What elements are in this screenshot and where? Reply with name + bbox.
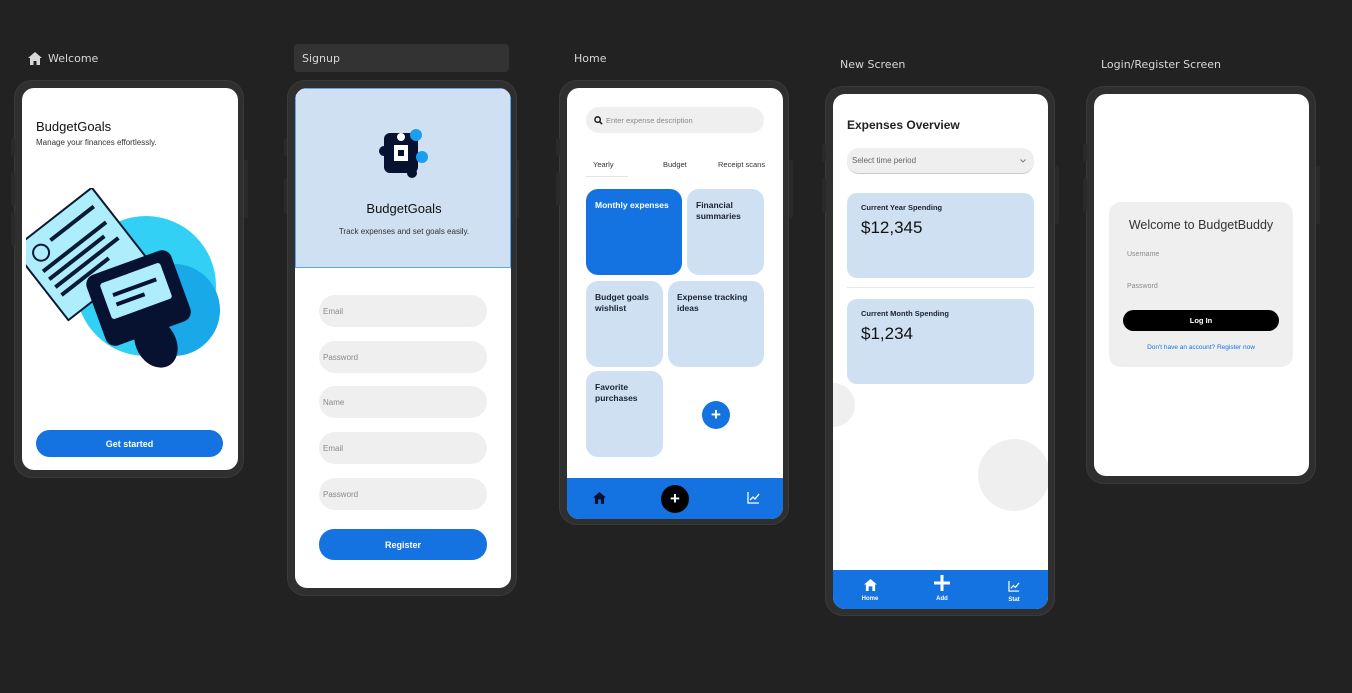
receipt-illustration <box>26 188 220 368</box>
tab-receipt-scans[interactable]: Receipt scans <box>718 160 765 169</box>
frame-label-signup[interactable]: Signup <box>294 44 509 72</box>
frame-label-text: New Screen <box>840 57 906 71</box>
screen-login: Welcome to BudgetBuddy Username Password… <box>1094 94 1309 476</box>
add-tile-button[interactable]: + <box>702 401 730 429</box>
decorative-circle <box>978 439 1048 511</box>
nav-label: Home <box>861 596 879 602</box>
signup-title: BudgetGoals <box>366 201 442 216</box>
search-placeholder: Enter expense description <box>606 115 693 125</box>
email-field[interactable]: Email <box>319 295 487 327</box>
search-input[interactable]: Enter expense description <box>586 107 764 133</box>
app-title: BudgetGoals <box>36 119 112 134</box>
frame-label-text: Welcome <box>48 51 99 65</box>
side-button <box>11 172 15 206</box>
side-button <box>1083 178 1087 212</box>
frame-label-login[interactable]: Login/Register Screen <box>1101 50 1221 78</box>
side-button <box>789 160 793 218</box>
side-button <box>11 212 15 246</box>
side-button <box>556 138 560 156</box>
home-icon[interactable] <box>593 492 606 504</box>
side-button <box>244 160 248 218</box>
tile-financial-summaries[interactable]: Financial summaries <box>687 189 764 275</box>
tab-budget[interactable]: Budget <box>663 160 687 169</box>
tile-expense-tracking-ideas[interactable]: Expense tracking ideas <box>668 281 764 367</box>
phone-login: Welcome to BudgetBuddy Username Password… <box>1086 86 1316 484</box>
home-icon <box>863 579 877 591</box>
current-month-card: Current Month Spending $1,234 <box>847 299 1034 384</box>
password-field[interactable]: Password <box>319 478 487 510</box>
frame-label-text: Home <box>574 51 607 65</box>
time-period-select[interactable]: Select time period <box>847 148 1034 174</box>
home-icon <box>28 51 42 65</box>
tile-budget-goals-wishlist[interactable]: Budget goals wishlist <box>586 281 663 367</box>
select-placeholder: Select time period <box>852 156 917 165</box>
page-title: Expenses Overview <box>847 118 960 132</box>
side-button <box>1083 144 1087 162</box>
nav-label: Stat <box>1008 597 1020 603</box>
side-button <box>822 178 826 212</box>
tab-yearly[interactable]: Yearly <box>593 160 614 169</box>
add-fab-button[interactable]: + <box>661 485 689 513</box>
plus-icon <box>934 575 950 591</box>
email-field[interactable]: Email <box>319 432 487 464</box>
signup-header: BudgetGoals Track expenses and set goals… <box>295 88 511 268</box>
nav-home[interactable]: Home <box>855 578 885 602</box>
decorative-circle <box>833 383 855 427</box>
frame-label-text: Signup <box>302 51 340 65</box>
app-logo-icon <box>379 129 428 178</box>
screen-welcome: BudgetGoals Manage your finances effortl… <box>22 88 238 470</box>
divider <box>847 287 1034 288</box>
login-card: Welcome to BudgetBuddy Username Password… <box>1109 202 1293 367</box>
register-link[interactable]: Don't have an account? Register now <box>1109 344 1293 351</box>
password-field[interactable]: Password <box>1127 283 1158 290</box>
side-button <box>1316 166 1320 224</box>
frame-label-welcome[interactable]: Welcome <box>28 44 98 72</box>
signup-subtitle: Track expenses and set goals easily. <box>338 227 470 236</box>
chevron-down-icon <box>1020 158 1026 163</box>
card-label: Current Month Spending <box>861 309 949 318</box>
tile-monthly-expenses[interactable]: Monthly expenses <box>586 189 682 275</box>
side-button <box>556 172 560 206</box>
login-button[interactable]: Log In <box>1123 310 1279 331</box>
phone-new-screen: Expenses Overview Select time period Cur… <box>825 86 1055 616</box>
frame-label-text: Login/Register Screen <box>1101 57 1221 71</box>
nav-add[interactable]: Add <box>928 575 956 602</box>
card-label: Current Year Spending <box>861 203 943 212</box>
nav-stat[interactable]: Stat <box>999 579 1029 603</box>
plus-icon: + <box>711 405 721 424</box>
plus-icon: + <box>670 489 680 508</box>
password-field[interactable]: Password <box>319 341 487 373</box>
tile-favorite-purchases[interactable]: Favorite purchases <box>586 371 663 457</box>
app-subtitle: Manage your finances effortlessly. <box>36 138 157 147</box>
nav-label: Add <box>936 596 948 602</box>
bottom-nav: Home Add Stat <box>833 570 1048 609</box>
name-field[interactable]: Name <box>319 386 487 418</box>
chart-icon[interactable] <box>747 492 760 504</box>
tab-divider <box>586 176 628 177</box>
side-button <box>822 144 826 162</box>
login-title: Welcome to BudgetBuddy <box>1128 218 1274 232</box>
side-button <box>11 138 15 156</box>
screen-home: Enter expense description Yearly Budget … <box>567 88 783 519</box>
bottom-nav: + <box>567 478 783 519</box>
phone-welcome: BudgetGoals Manage your finances effortl… <box>14 80 244 478</box>
phone-home: Enter expense description Yearly Budget … <box>559 80 789 525</box>
card-value: $1,234 <box>861 324 913 343</box>
search-icon <box>594 115 603 125</box>
username-field[interactable]: Username <box>1127 251 1159 258</box>
screen-new-screen: Expenses Overview Select time period Cur… <box>833 94 1048 609</box>
frame-label-new-screen[interactable]: New Screen <box>840 50 905 78</box>
get-started-button[interactable]: Get started <box>36 430 223 457</box>
current-year-card: Current Year Spending $12,345 <box>847 193 1034 278</box>
register-button[interactable]: Register <box>319 529 487 560</box>
screen-signup: BudgetGoals Track expenses and set goals… <box>295 88 511 588</box>
side-button <box>1055 166 1059 224</box>
card-value: $12,345 <box>861 218 923 237</box>
chart-icon <box>1008 581 1020 592</box>
frame-label-home[interactable]: Home <box>574 44 606 72</box>
phone-signup: BudgetGoals Track expenses and set goals… <box>287 80 517 596</box>
